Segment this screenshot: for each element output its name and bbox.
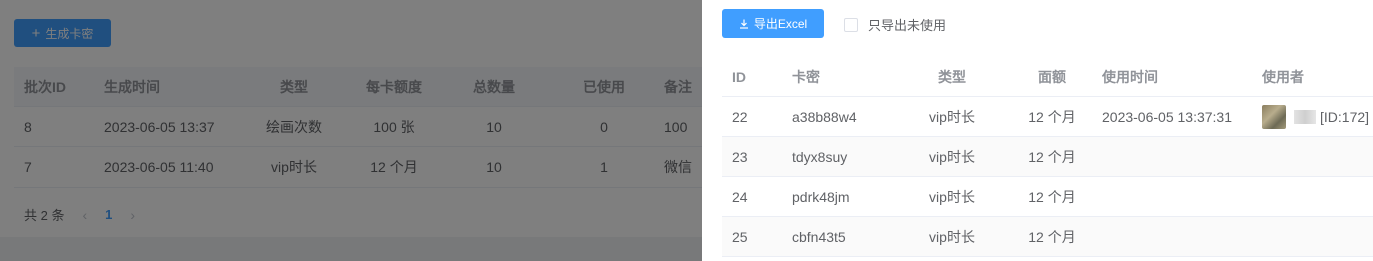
cell-face-value: 12 个月 — [1028, 108, 1076, 125]
cell-id: 23 — [732, 148, 748, 165]
cell-face-value: 12 个月 — [1028, 228, 1076, 245]
cell-used-time: 2023-06-05 13:37:31 — [1102, 108, 1232, 125]
col-type: 类型 — [938, 68, 966, 85]
table-row[interactable]: 22 a38b88w4 vip时长 12 个月 2023-06-05 13:37… — [722, 97, 1373, 137]
export-excel-label: 导出Excel — [753, 17, 808, 31]
cell-type: vip时长 — [929, 148, 975, 165]
cell-type: vip时长 — [929, 228, 975, 245]
cell-id: 24 — [732, 188, 748, 205]
cell-card-code: a38b88w4 — [792, 108, 857, 125]
col-face-value: 面额 — [1038, 68, 1066, 85]
export-excel-button[interactable]: 导出Excel — [722, 9, 824, 38]
table-row[interactable]: 25 cbfn43t5 vip时长 12 个月 — [722, 217, 1373, 257]
card-table-header: ID 卡密 类型 面额 使用时间 使用者 — [722, 57, 1373, 97]
cell-type: vip时长 — [929, 188, 975, 205]
cell-card-code: cbfn43t5 — [792, 228, 846, 245]
col-used-time: 使用时间 — [1102, 68, 1158, 85]
card-table: ID 卡密 类型 面额 使用时间 使用者 22 a38b88w4 vip时长 1… — [722, 57, 1373, 257]
cell-id: 25 — [732, 228, 748, 245]
cell-card-code: tdyx8suy — [792, 148, 848, 165]
cell-id: 22 — [732, 108, 748, 125]
cell-card-code: pdrk48jm — [792, 188, 850, 205]
cell-type: vip时长 — [929, 108, 975, 125]
col-card-code: 卡密 — [792, 68, 820, 85]
col-id: ID — [732, 68, 746, 85]
col-user: 使用者 — [1262, 68, 1304, 85]
table-row[interactable]: 23 tdyx8suy vip时长 12 个月 — [722, 137, 1373, 177]
blurred-username — [1294, 109, 1316, 124]
export-unused-only-checkbox[interactable]: 只导出未使用 — [844, 15, 946, 34]
table-row[interactable]: 24 pdrk48jm vip时长 12 个月 — [722, 177, 1373, 217]
user-id: [ID:172] — [1320, 108, 1370, 125]
cell-face-value: 12 个月 — [1028, 188, 1076, 205]
avatar — [1262, 104, 1286, 129]
export-unused-only-label: 只导出未使用 — [868, 18, 947, 33]
checkbox-box[interactable] — [844, 17, 858, 32]
cell-user: [ID:172] — [1262, 104, 1373, 129]
cell-face-value: 12 个月 — [1028, 148, 1076, 165]
card-details-drawer: 导出Excel 只导出未使用 ID 卡密 类型 面额 使用时间 使用者 22 a… — [702, 0, 1373, 261]
download-icon — [739, 19, 748, 29]
